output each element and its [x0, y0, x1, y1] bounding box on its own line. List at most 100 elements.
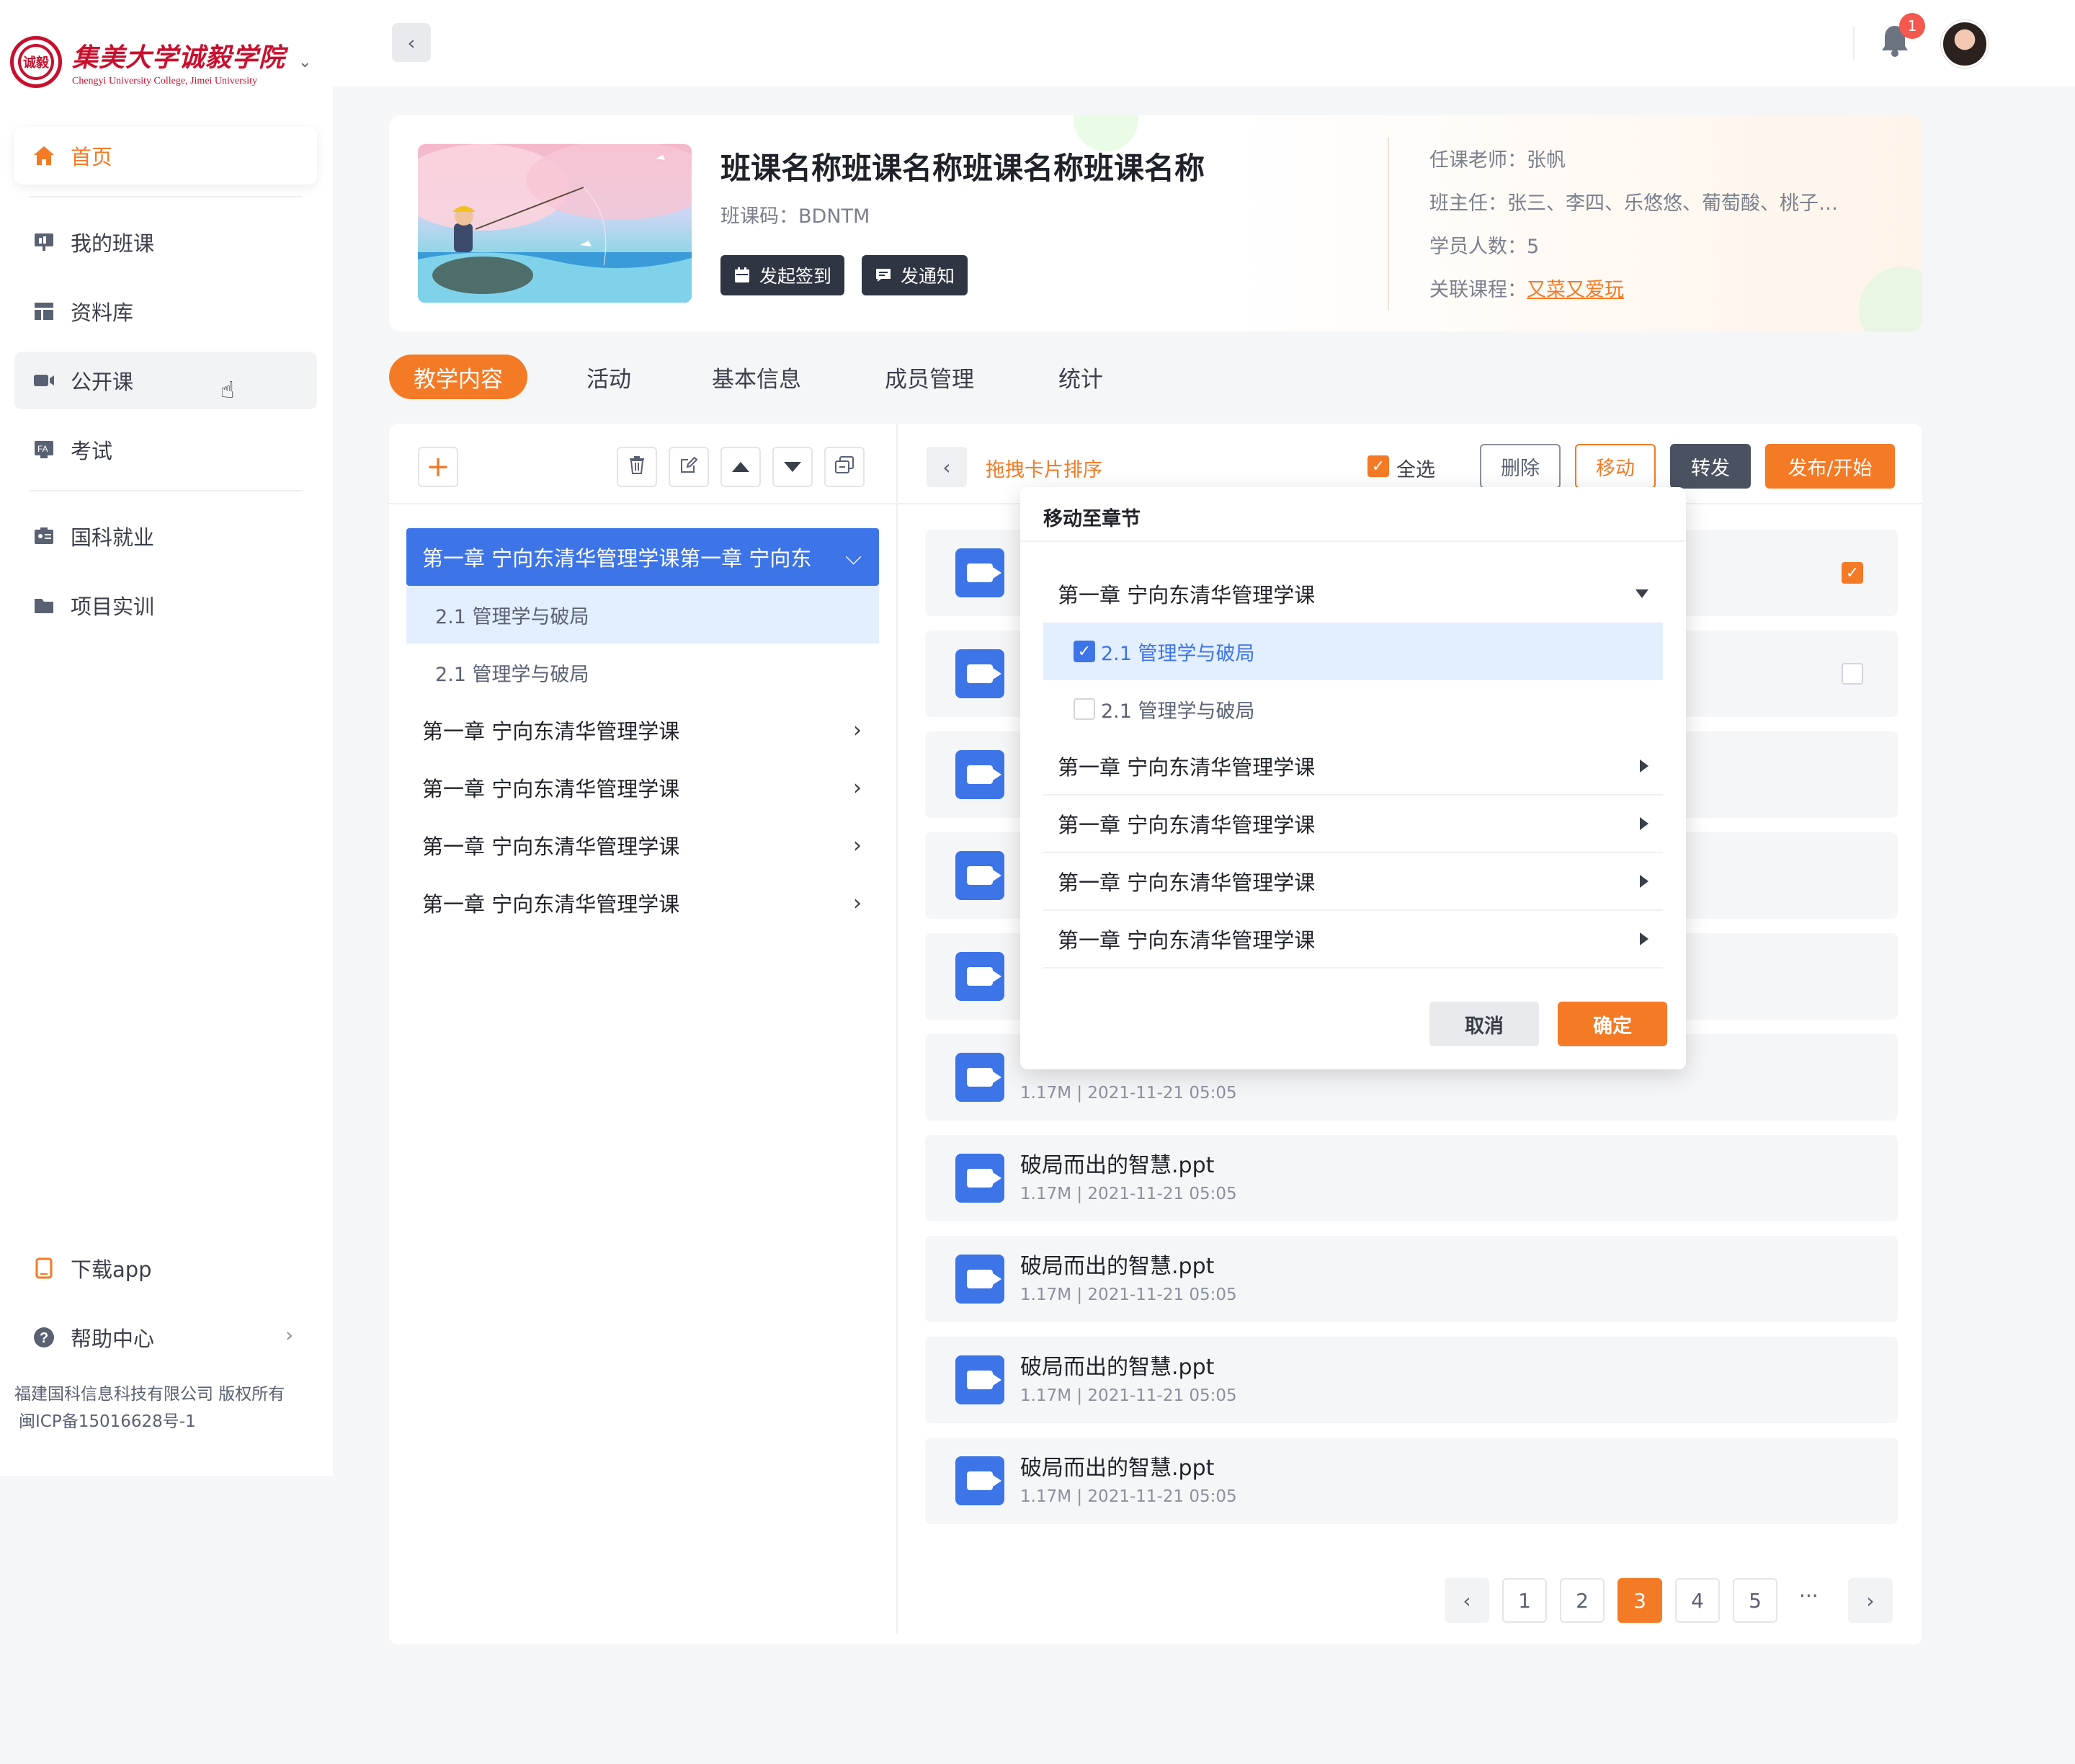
- move-up-button[interactable]: [720, 447, 761, 487]
- page-button[interactable]: 4: [1675, 1578, 1720, 1623]
- send-notice-button[interactable]: 发通知: [862, 255, 968, 295]
- tab-basic-info[interactable]: 基本信息: [699, 355, 814, 399]
- copyright-text: 福建国科信息科技有限公司 版权所有 闽ICP备15016628号-1: [14, 1385, 285, 1431]
- cancel-button[interactable]: 取消: [1429, 1002, 1539, 1046]
- section-checkbox[interactable]: [1074, 698, 1095, 720]
- page-button[interactable]: 2: [1560, 1578, 1605, 1623]
- sidebar-item-open-class[interactable]: 公开课 ☝: [14, 352, 317, 409]
- tab-members[interactable]: 成员管理: [872, 355, 987, 399]
- edit-chapter-button[interactable]: [669, 447, 709, 487]
- chevron-down-icon[interactable]: ⌄: [298, 53, 311, 71]
- video-icon: [32, 368, 56, 393]
- triangle-up-icon: [732, 462, 749, 472]
- tab-statistics[interactable]: 统计: [1045, 355, 1117, 399]
- divider: [896, 424, 898, 1634]
- video-file-icon: [955, 548, 1004, 597]
- chapter-item[interactable]: 第一章 宁向东清华管理学课 ›: [406, 874, 879, 932]
- dialog-chapter-open[interactable]: 第一章 宁向东清华管理学课: [1043, 565, 1663, 623]
- file-checkbox[interactable]: ✓: [1842, 562, 1863, 584]
- dialog-chapter-item[interactable]: 第一章 宁向东清华管理学课: [1043, 796, 1663, 853]
- delete-chapter-button[interactable]: [617, 447, 657, 487]
- chevron-right-icon: ›: [853, 775, 862, 801]
- add-chapter-button[interactable]: +: [418, 447, 458, 487]
- help-center-label: 帮助中心: [71, 1327, 155, 1351]
- collapse-back-button[interactable]: ‹: [392, 23, 431, 62]
- triangle-down-icon: [784, 462, 801, 472]
- related-course-link[interactable]: 又菜又爱玩: [1527, 279, 1624, 301]
- file-checkbox[interactable]: [1842, 663, 1863, 685]
- chapter-item[interactable]: 第一章 宁向东清华管理学课 ›: [406, 816, 879, 874]
- forward-button[interactable]: 转发: [1670, 444, 1751, 489]
- back-button[interactable]: ‹: [927, 447, 967, 487]
- message-icon: [875, 267, 892, 284]
- divider: [1388, 137, 1389, 310]
- sidebar-item-employment[interactable]: 国科就业: [14, 507, 317, 565]
- confirm-button[interactable]: 确定: [1558, 1002, 1667, 1046]
- file-meta: 1.17M | 2021-11-21 05:05: [1020, 1286, 1237, 1304]
- file-name: 破局而出的智慧.ppt: [1020, 1254, 1215, 1279]
- chevron-down-icon: ⌵: [845, 544, 862, 570]
- video-file-icon: [955, 1255, 1004, 1304]
- video-file-icon: [955, 952, 1004, 1001]
- sidebar-item-exam[interactable]: FA 考试: [14, 421, 317, 478]
- user-avatar[interactable]: [1941, 20, 1989, 68]
- move-down-button[interactable]: [772, 447, 813, 487]
- plus-icon: +: [426, 450, 450, 484]
- badge-icon: [32, 524, 56, 548]
- video-file-icon: [955, 1355, 1004, 1404]
- dialog-chapter-item[interactable]: 第一章 宁向东清华管理学课: [1043, 738, 1663, 796]
- exam-icon: FA: [32, 437, 56, 462]
- tab-teaching-content[interactable]: 教学内容: [389, 355, 527, 399]
- file-name: 破局而出的智慧.ppt: [1020, 1355, 1215, 1380]
- download-app-link[interactable]: 下载app: [14, 1239, 317, 1297]
- prev-page-button[interactable]: ‹: [1445, 1578, 1489, 1623]
- divider: [1020, 540, 1686, 542]
- start-checkin-button[interactable]: 发起签到: [720, 255, 845, 295]
- page-button[interactable]: 1: [1502, 1578, 1547, 1623]
- chapter-item[interactable]: 第一章 宁向东清华管理学课 ›: [406, 759, 879, 816]
- delete-button[interactable]: 删除: [1480, 444, 1561, 489]
- folder-icon: [32, 593, 56, 618]
- section-item[interactable]: 2.1 管理学与破局: [406, 643, 879, 701]
- chevron-right-icon: ›: [853, 890, 862, 916]
- publish-button[interactable]: 发布/开始: [1765, 444, 1895, 489]
- file-meta: 1.17M | 2021-11-21 05:05: [1020, 1487, 1237, 1506]
- chevron-left-icon: ‹: [407, 30, 416, 55]
- drag-sort-label: 拖拽卡片排序: [986, 459, 1102, 481]
- download-app-label: 下载app: [71, 1257, 152, 1282]
- section-item[interactable]: 2.1 管理学与破局: [406, 586, 879, 643]
- dialog-section-item[interactable]: 2.1 管理学与破局: [1043, 680, 1663, 738]
- video-file-icon: [955, 649, 1004, 698]
- caret-down-icon: [1636, 589, 1648, 598]
- layout-icon: [32, 299, 56, 324]
- dialog-chapter-item[interactable]: 第一章 宁向东清华管理学课: [1043, 853, 1663, 911]
- sidebar-item-library[interactable]: 资料库: [14, 282, 317, 340]
- chevron-left-icon: ‹: [1463, 1588, 1471, 1613]
- video-file-icon: [955, 1154, 1004, 1203]
- page-button[interactable]: 5: [1733, 1578, 1777, 1623]
- page-button-current[interactable]: 3: [1617, 1578, 1662, 1623]
- chapter-item-open[interactable]: 第一章 宁向东清华管理学课第一章 宁向东 ⌵: [406, 528, 879, 586]
- divider: [29, 196, 303, 197]
- sidebar-item-my-classes[interactable]: 我的班课: [14, 213, 317, 271]
- dialog-chapter-item[interactable]: 第一章 宁向东清华管理学课: [1043, 911, 1663, 968]
- course-cover-image: [418, 144, 692, 303]
- sidebar-item-projects[interactable]: 项目实训: [14, 576, 317, 634]
- chevron-right-icon: ›: [853, 832, 862, 858]
- file-name: 破局而出的智慧.ppt: [1020, 1153, 1215, 1178]
- svg-text:?: ?: [40, 1330, 48, 1346]
- help-center-link[interactable]: ? 帮助中心 ›: [14, 1309, 317, 1366]
- chapter-item[interactable]: 第一章 宁向东清华管理学课 ›: [406, 701, 879, 759]
- tab-activities[interactable]: 活动: [569, 355, 648, 399]
- pagination-ellipsis: ···: [1799, 1584, 1819, 1608]
- copy-chapter-button[interactable]: [824, 447, 865, 487]
- check-icon: ✓: [1845, 564, 1860, 582]
- select-all-checkbox[interactable]: ✓: [1367, 455, 1389, 477]
- next-page-button[interactable]: ›: [1848, 1578, 1893, 1623]
- chevron-right-icon: ›: [1866, 1588, 1875, 1613]
- dialog-section-item[interactable]: ✓ 2.1 管理学与破局: [1043, 623, 1663, 680]
- section-checkbox[interactable]: ✓: [1074, 641, 1095, 662]
- school-logo[interactable]: 诚毅 集美大学诚毅学院 Chengyi University College, …: [10, 32, 313, 92]
- move-button[interactable]: 移动: [1575, 444, 1656, 489]
- sidebar-item-home[interactable]: 首页: [14, 127, 317, 184]
